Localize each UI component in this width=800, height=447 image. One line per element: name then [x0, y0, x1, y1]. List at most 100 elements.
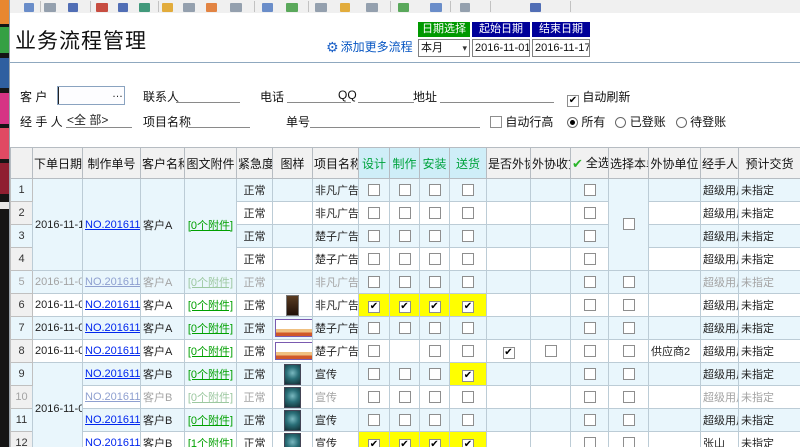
checkbox-deliver[interactable] [462, 183, 474, 196]
column-header-project[interactable]: 项目名称 [312, 147, 359, 179]
project-name-input[interactable] [188, 112, 250, 128]
column-header-thumb[interactable]: 图样 [272, 147, 313, 179]
row-number[interactable]: 7 [10, 316, 33, 340]
checkbox-deliver[interactable] [462, 321, 474, 334]
column-header-selorder[interactable]: 选择本单 [608, 147, 649, 179]
checkbox-selorder[interactable] [622, 275, 635, 288]
checkbox-install[interactable] [428, 183, 441, 196]
radio-all[interactable] [567, 117, 578, 128]
checkbox-install[interactable] [428, 229, 441, 242]
attachment-link[interactable]: [0个附件] [188, 323, 233, 335]
checkbox-install[interactable]: ✔ [428, 438, 441, 447]
handler-input[interactable] [66, 112, 132, 128]
date-mode-select[interactable]: 本月 ▾ [418, 39, 470, 57]
checkbox-design[interactable] [368, 390, 380, 403]
row-number[interactable]: 12 [10, 431, 33, 447]
row-number[interactable]: 10 [10, 385, 33, 409]
checkbox-selall[interactable] [583, 436, 596, 447]
row-number[interactable]: 5 [10, 270, 33, 294]
row-number[interactable]: 1 [10, 178, 33, 202]
checkbox-selall[interactable] [583, 183, 596, 196]
checkbox-deliver[interactable] [462, 275, 474, 288]
checkbox-design[interactable] [368, 367, 380, 380]
checkbox-deliver[interactable] [462, 206, 474, 219]
checkbox-make[interactable] [398, 183, 411, 196]
row-number[interactable]: 4 [10, 247, 33, 271]
column-header-make[interactable]: 制作 [389, 147, 420, 179]
column-header-attach[interactable]: 图文附件 [184, 147, 237, 179]
checkbox-design[interactable] [368, 413, 380, 426]
checkbox-selall[interactable] [583, 390, 596, 403]
checkbox-install[interactable] [428, 321, 441, 334]
attachment-link[interactable]: [1个附件] [188, 438, 233, 447]
sample-thumbnail-photo[interactable] [284, 432, 301, 447]
attachment-link[interactable]: [0个附件] [188, 300, 233, 312]
sample-thumbnail-photo[interactable] [284, 409, 301, 431]
checkbox-make[interactable] [398, 252, 411, 265]
order-number-link[interactable]: NO.201611050001 [85, 345, 140, 357]
checkbox-selorder[interactable] [622, 218, 635, 230]
checkbox-deliver[interactable] [462, 344, 474, 357]
checkbox-design[interactable]: ✔ [368, 438, 380, 447]
checkbox-deliver[interactable] [462, 390, 474, 403]
checkbox-selall[interactable] [583, 229, 596, 242]
auto-row-height-checkbox[interactable] [490, 116, 502, 128]
row-number[interactable]: 11 [10, 408, 33, 432]
checkbox-outsource[interactable]: ✔ [502, 346, 515, 359]
checkbox-selall[interactable] [583, 252, 596, 265]
checkbox-selall[interactable] [583, 275, 596, 288]
checkbox-design[interactable] [368, 344, 380, 357]
checkbox-design[interactable] [368, 275, 380, 288]
address-input[interactable] [440, 87, 554, 103]
checkbox-deliver[interactable] [462, 413, 474, 426]
sample-thumbnail-photo[interactable] [284, 386, 301, 408]
checkbox-deliver[interactable] [462, 229, 474, 242]
checkbox-install[interactable] [428, 252, 441, 265]
checkbox-install[interactable] [428, 413, 441, 426]
radio-pending[interactable] [675, 117, 687, 128]
checkbox-receipt[interactable] [544, 344, 557, 357]
checkbox-design[interactable] [368, 252, 380, 265]
attachment-link[interactable]: [0个附件] [188, 392, 233, 404]
checkbox-design[interactable]: ✔ [368, 300, 380, 313]
attachment-link[interactable]: [0个附件] [188, 369, 233, 381]
checkbox-deliver[interactable] [462, 252, 474, 265]
checkbox-design[interactable] [368, 206, 380, 219]
checkbox-selorder[interactable] [622, 436, 635, 447]
column-header-selall[interactable]: ✔ 全选 [570, 147, 609, 179]
checkbox-selorder[interactable] [622, 321, 635, 334]
order-number-input[interactable] [310, 112, 480, 128]
qq-input[interactable] [358, 87, 414, 103]
sample-thumbnail-cert[interactable] [275, 319, 312, 337]
row-number[interactable]: 3 [10, 224, 33, 248]
checkbox-selall[interactable] [583, 298, 596, 311]
column-header-order[interactable]: 制作单号 [82, 147, 141, 179]
checkbox-selall[interactable] [583, 413, 596, 426]
column-header-deliver[interactable]: 送货 [449, 147, 487, 179]
checkbox-install[interactable] [428, 390, 441, 403]
checkbox-make[interactable] [398, 413, 411, 426]
column-header-install[interactable]: 安装 [419, 147, 450, 179]
row-number[interactable]: 6 [10, 293, 33, 317]
column-header-receipt[interactable]: 外协收货 [530, 147, 571, 179]
checkbox-make[interactable] [398, 367, 411, 380]
checkbox-install[interactable] [428, 344, 441, 357]
checkbox-make[interactable] [398, 390, 411, 403]
ellipsis-button[interactable]: … [111, 87, 124, 104]
checkbox-make[interactable] [398, 275, 411, 288]
checkbox-selall[interactable] [583, 367, 596, 380]
checkbox-design[interactable] [368, 321, 380, 334]
checkbox-selorder[interactable] [622, 298, 635, 311]
attachment-link[interactable]: [0个附件] [188, 415, 233, 427]
checkbox-install[interactable] [428, 275, 441, 288]
checkbox-deliver[interactable]: ✔ [462, 369, 474, 382]
checkbox-selorder[interactable] [622, 390, 635, 403]
column-header-eta[interactable]: 预计交货 [738, 147, 800, 179]
checkbox-design[interactable] [368, 229, 380, 242]
sample-thumbnail-banner[interactable] [286, 294, 299, 316]
checkbox-selall[interactable] [583, 206, 596, 219]
checkbox-selorder[interactable] [622, 344, 635, 357]
order-number-link[interactable]: NO.201611030001 [85, 437, 140, 447]
checkbox-install[interactable] [428, 206, 441, 219]
end-date-select[interactable]: 2016-11-17 ▾ [532, 39, 590, 57]
